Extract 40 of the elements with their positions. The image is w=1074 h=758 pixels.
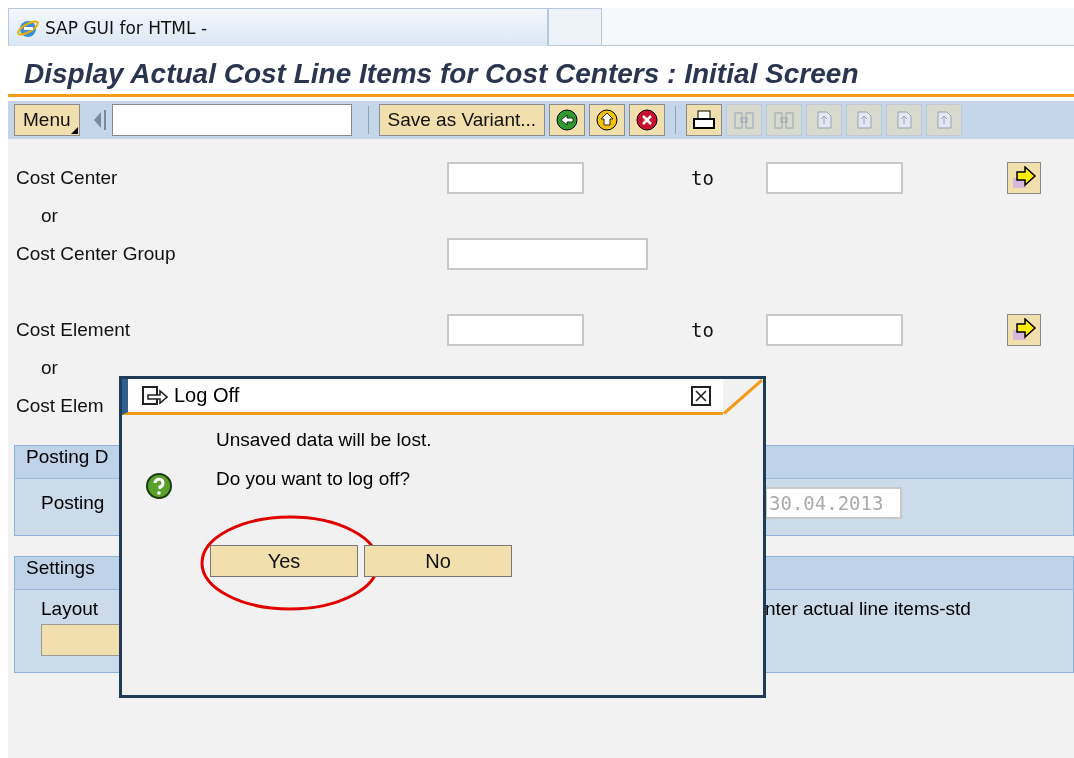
input-field[interactable] <box>447 162 584 194</box>
browser-tab[interactable]: SAP GUI for HTML - <box>8 8 548 46</box>
binoculars-icon <box>733 110 756 130</box>
toolbar-button[interactable] <box>549 104 586 136</box>
multiple-selection-button[interactable] <box>1007 162 1041 194</box>
to-label: to <box>690 167 715 189</box>
or-label: or <box>40 205 58 227</box>
close-button[interactable] <box>691 385 711 406</box>
screen-title: Display Actual Cost Line Items for Cost Centers : Initial Screen <box>24 57 860 91</box>
input-field[interactable] <box>447 314 584 346</box>
dialog-icon <box>142 385 168 406</box>
save-as-variant-button[interactable]: Save as Variant... <box>378 104 546 136</box>
toolbar-button[interactable] <box>629 104 666 136</box>
or-label: or <box>40 357 58 379</box>
dialog-button[interactable]: No <box>364 545 512 577</box>
field-label: Posting <box>41 492 106 514</box>
toolbar-button[interactable] <box>686 104 723 136</box>
print-icon <box>693 110 716 130</box>
field-label: Cost Element <box>16 319 132 341</box>
question-icon <box>146 473 172 499</box>
input-field[interactable] <box>447 238 648 270</box>
dialog-button[interactable]: Yes <box>210 545 358 577</box>
dialog-title: Log Off <box>174 384 240 407</box>
multiple-selection-button[interactable] <box>1007 314 1041 346</box>
field-label: Layout <box>41 598 100 620</box>
field-label: Cost Center Group <box>16 243 177 265</box>
toolbar-button[interactable] <box>589 104 626 136</box>
binoculars-icon <box>773 110 796 130</box>
new-tab-button[interactable] <box>548 8 602 46</box>
arrow-icon <box>1011 166 1037 190</box>
cancel-icon <box>636 109 659 131</box>
layout-description: nter actual line items-std <box>765 598 972 620</box>
to-label: to <box>690 319 715 341</box>
field-label: Cost Center <box>16 167 119 189</box>
field-label: Cost Elem <box>16 395 104 417</box>
input-field[interactable] <box>766 314 903 346</box>
arrow-icon <box>1011 318 1037 342</box>
input-field[interactable] <box>766 162 903 194</box>
menu-button[interactable]: Menu <box>14 104 80 136</box>
command-field[interactable] <box>111 104 352 136</box>
